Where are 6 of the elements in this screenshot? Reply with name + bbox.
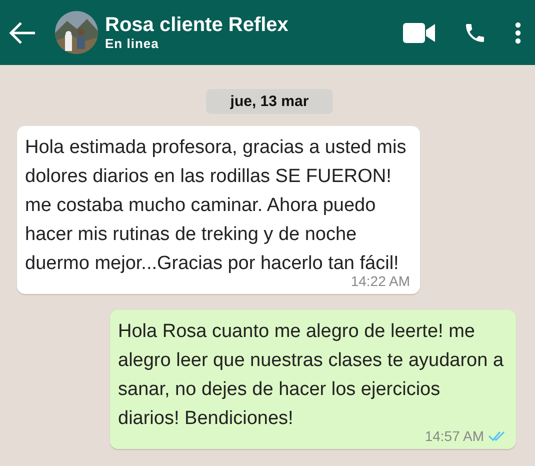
contact-name[interactable]: Rosa cliente Reflex (105, 14, 403, 36)
contact-status: En linea (105, 36, 160, 51)
video-call-icon[interactable] (403, 22, 435, 44)
back-arrow-icon[interactable] (8, 20, 36, 44)
date-chip: jue, 13 mar (206, 89, 333, 114)
menu-icon[interactable] (515, 22, 521, 44)
